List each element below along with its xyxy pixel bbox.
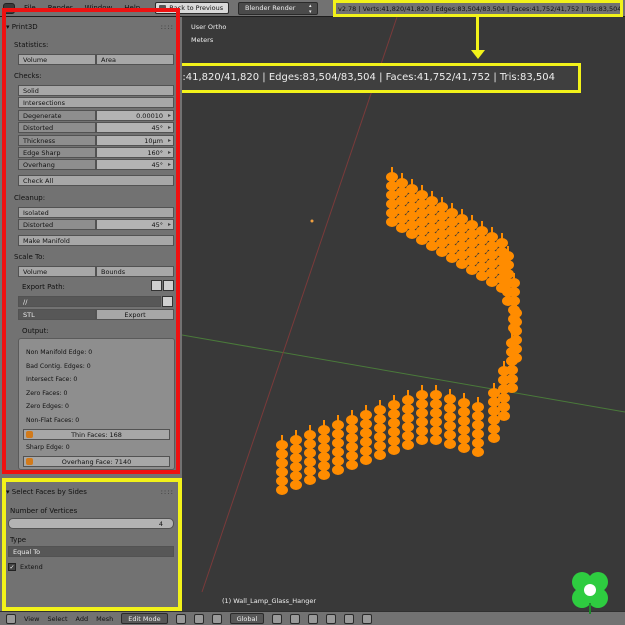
mesh-column bbox=[506, 333, 518, 393]
occlude-icon[interactable] bbox=[326, 613, 337, 624]
3d-viewport[interactable] bbox=[182, 17, 625, 611]
face-select-icon[interactable] bbox=[308, 613, 319, 624]
mode-select[interactable]: Edit Mode bbox=[121, 613, 168, 624]
mesh-column bbox=[444, 389, 456, 449]
mesh-column bbox=[332, 415, 344, 475]
shading-icon[interactable] bbox=[175, 613, 186, 624]
orientation-select[interactable]: Global bbox=[229, 613, 265, 624]
units-label: Meters bbox=[191, 36, 214, 44]
blender-window: File Render Window Help Back to Previous… bbox=[0, 0, 625, 625]
edge-select-icon[interactable] bbox=[290, 613, 301, 624]
mesh-column bbox=[346, 410, 358, 470]
stats-highlight-box bbox=[333, 0, 623, 17]
mesh-column bbox=[360, 405, 372, 465]
mesh-column bbox=[430, 385, 442, 445]
menu-add[interactable]: Add bbox=[76, 615, 89, 623]
object-label: (1) Wall_Lamp_Glass_Hanger bbox=[222, 597, 317, 605]
mesh-column bbox=[290, 430, 302, 490]
y-axis-line bbox=[201, 17, 398, 593]
3d-view-header: View Select Add Mesh Edit Mode Global bbox=[0, 611, 625, 625]
mesh-column bbox=[472, 397, 484, 457]
menu-select[interactable]: Select bbox=[47, 615, 67, 623]
print3d-highlight-box bbox=[2, 8, 180, 474]
pivot-icon[interactable] bbox=[193, 613, 204, 624]
mesh-object[interactable] bbox=[276, 167, 522, 495]
mesh-column bbox=[488, 383, 500, 443]
operator-highlight-box bbox=[2, 478, 182, 611]
render-engine-select[interactable]: Blender Render bbox=[238, 2, 318, 15]
mesh-column bbox=[276, 435, 288, 495]
mesh-column bbox=[318, 420, 330, 480]
origin-dot bbox=[310, 219, 314, 223]
vertex-select-icon[interactable] bbox=[272, 613, 283, 624]
mesh-column bbox=[304, 425, 316, 485]
manipulator-icon[interactable] bbox=[211, 613, 222, 624]
menu-view[interactable]: View bbox=[24, 615, 39, 623]
mesh-column bbox=[416, 385, 428, 445]
mesh-column bbox=[458, 393, 470, 453]
clover-logo-icon bbox=[572, 572, 608, 614]
proportional-icon[interactable] bbox=[344, 613, 355, 624]
snap-icon[interactable] bbox=[362, 613, 373, 624]
mesh-column bbox=[402, 390, 414, 450]
menu-mesh[interactable]: Mesh bbox=[96, 615, 113, 623]
mesh-column bbox=[374, 400, 386, 460]
view-name: User Ortho bbox=[191, 23, 227, 31]
editor-type-icon[interactable] bbox=[6, 613, 16, 624]
mesh-column bbox=[388, 395, 400, 455]
